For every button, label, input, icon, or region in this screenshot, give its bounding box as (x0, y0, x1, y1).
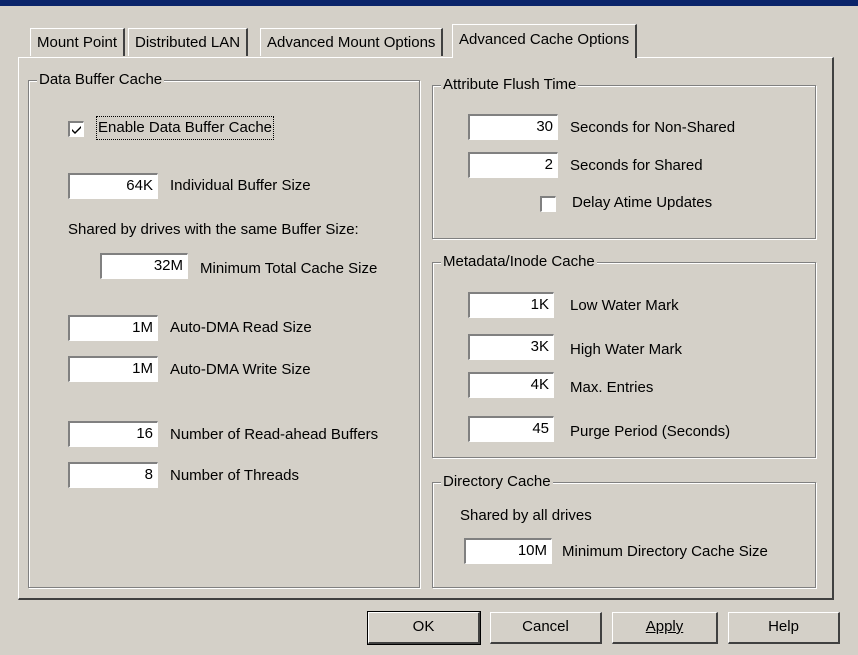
cancel-button[interactable]: Cancel (490, 612, 602, 644)
group-title: Directory Cache (441, 473, 553, 491)
dma-write-label: Auto-DMA Write Size (170, 361, 311, 378)
low-water-mark-field[interactable]: 1K (468, 292, 554, 318)
tab-mount-point[interactable]: Mount Point (30, 28, 126, 56)
low-water-mark-label: Low Water Mark (570, 297, 679, 314)
tab-advanced-cache-options[interactable]: Advanced Cache Options (452, 24, 638, 58)
help-button[interactable]: Help (728, 612, 840, 644)
delay-atime-checkbox[interactable] (540, 196, 556, 212)
max-entries-label: Max. Entries (570, 379, 654, 396)
checkmark-icon (72, 126, 81, 134)
tab-label: Advanced Mount Options (267, 34, 436, 51)
threads-label: Number of Threads (170, 467, 299, 484)
tab-label: Distributed LAN (135, 34, 241, 51)
max-entries-field[interactable]: 4K (468, 372, 554, 398)
ok-button[interactable]: OK (367, 611, 481, 645)
min-directory-cache-label: Minimum Directory Cache Size (562, 543, 768, 560)
dialog-window: Mount Point Distributed LAN Advanced Mou… (0, 0, 858, 655)
shared-note-label: Shared by drives with the same Buffer Si… (68, 221, 359, 238)
enable-data-buffer-checkbox[interactable] (68, 121, 84, 137)
group-title: Attribute Flush Time (441, 76, 579, 94)
dma-write-field[interactable]: 1M (68, 356, 158, 382)
apply-button-label: Apply (645, 618, 684, 635)
readahead-buffers-label: Number of Read-ahead Buffers (170, 426, 379, 443)
enable-data-buffer-label[interactable]: Enable Data Buffer Cache (95, 116, 275, 140)
min-total-cache-label: Minimum Total Cache Size (200, 260, 378, 277)
min-total-cache-field[interactable]: 32M (100, 253, 188, 279)
dma-read-field[interactable]: 1M (68, 315, 158, 341)
buffer-size-label: Individual Buffer Size (170, 177, 311, 194)
dma-read-label: Auto-DMA Read Size (170, 319, 312, 336)
readahead-buffers-field[interactable]: 16 (68, 421, 158, 447)
non-shared-seconds-field[interactable]: 30 (468, 114, 558, 140)
min-directory-cache-field[interactable]: 10M (464, 538, 552, 564)
buffer-size-field[interactable]: 64K (68, 173, 158, 199)
high-water-mark-field[interactable]: 3K (468, 334, 554, 360)
shared-seconds-label: Seconds for Shared (570, 157, 703, 174)
apply-button[interactable]: Apply (612, 612, 718, 644)
title-bar-edge (0, 0, 858, 6)
tab-label: Advanced Cache Options (459, 31, 630, 48)
tab-label: Mount Point (37, 34, 118, 51)
tab-advanced-mount-options[interactable]: Advanced Mount Options (260, 28, 444, 56)
tab-distributed-lan[interactable]: Distributed LAN (128, 28, 249, 56)
threads-field[interactable]: 8 (68, 462, 158, 488)
purge-period-field[interactable]: 45 (468, 416, 554, 442)
directory-cache-group: Directory Cache (432, 473, 816, 588)
shared-seconds-field[interactable]: 2 (468, 152, 558, 178)
delay-atime-label[interactable]: Delay Atime Updates (572, 193, 712, 213)
high-water-mark-label: High Water Mark (570, 341, 682, 358)
directory-shared-note: Shared by all drives (460, 507, 592, 524)
purge-period-label: Purge Period (Seconds) (570, 423, 731, 440)
group-title: Metadata/Inode Cache (441, 253, 597, 271)
group-title: Data Buffer Cache (37, 71, 165, 89)
non-shared-seconds-label: Seconds for Non-Shared (570, 119, 736, 136)
